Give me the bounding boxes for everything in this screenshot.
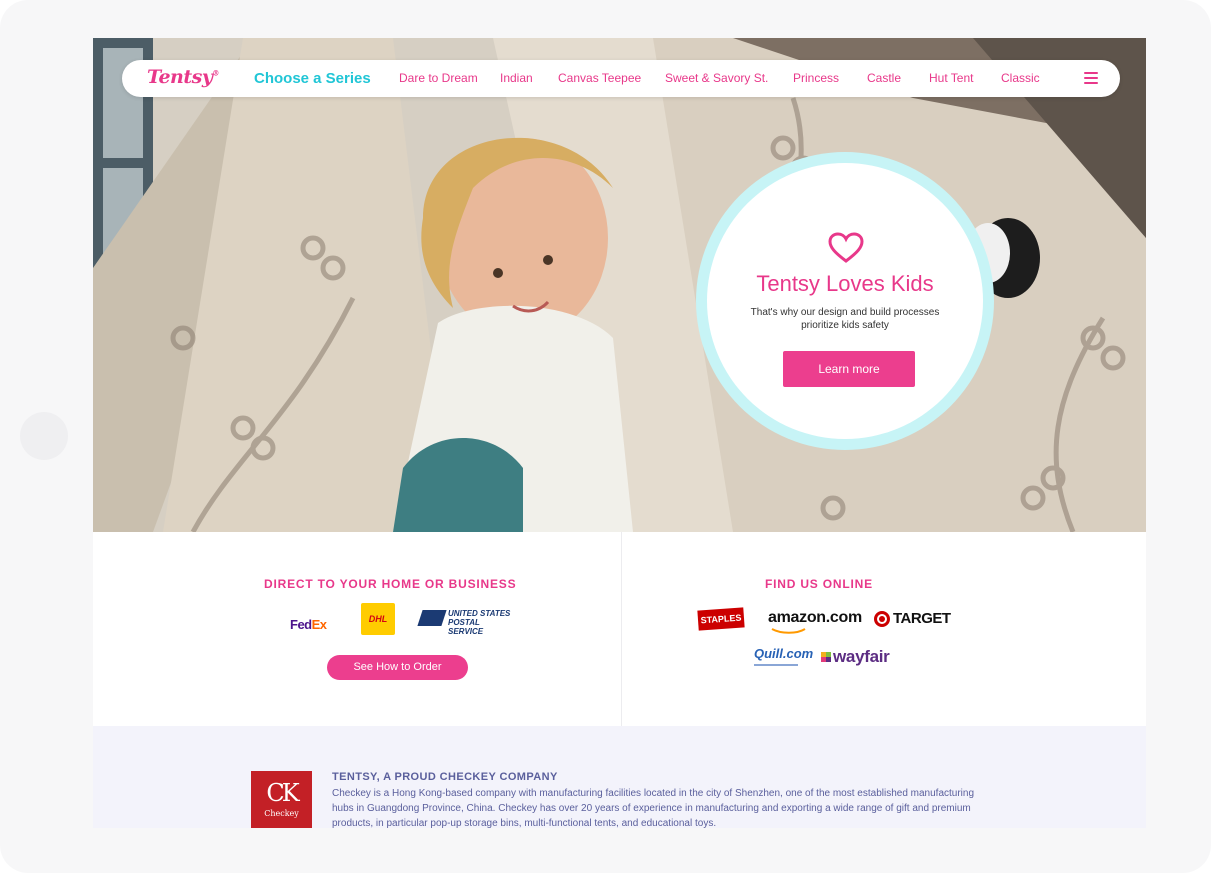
heart-icon — [828, 232, 864, 263]
nav-item-hut-tent[interactable]: Hut Tent — [929, 71, 973, 85]
nav-item-castle[interactable]: Castle — [867, 71, 901, 85]
checkey-logo: CK Checkey — [251, 771, 312, 828]
wayfair-pinwheel-icon — [821, 652, 831, 662]
amazon-logo[interactable]: amazon.com — [768, 609, 862, 627]
screenshot-frame: Tentsy® Choose a Series Dare to Dream In… — [0, 0, 1211, 873]
hero-description: That's why our design and build processe… — [750, 307, 940, 331]
hero-banner: Tentsy® Choose a Series Dare to Dream In… — [93, 38, 1146, 532]
nav-item-dare-to-dream[interactable]: Dare to Dream — [399, 71, 478, 85]
staples-logo[interactable]: STAPLES — [697, 607, 745, 631]
tentsy-logo[interactable]: Tentsy® — [147, 66, 219, 88]
about-description: Checkey is a Hong Kong-based company wit… — [332, 788, 975, 828]
fedex-logo: FedEx — [290, 617, 327, 632]
hamburger-menu-icon[interactable] — [1084, 72, 1098, 84]
nav-item-canvas-teepee[interactable]: Canvas Teepee — [558, 71, 641, 85]
nav-item-sweet-savory[interactable]: Sweet & Savory St. — [665, 71, 768, 85]
usps-logo: UNITED STATES POSTAL SERVICE — [417, 609, 516, 636]
usps-eagle-icon — [417, 610, 447, 626]
learn-more-button[interactable]: Learn more — [783, 351, 915, 387]
hero-promo-content: Tentsy Loves Kids That's why our design … — [707, 163, 983, 439]
shipping-title: DIRECT TO YOUR HOME OR BUSINESS — [264, 577, 517, 591]
find-online-title: FIND US ONLINE — [765, 577, 873, 591]
about-section: CK Checkey TENTSY, A PROUD CHECKEY COMPA… — [93, 726, 1146, 828]
choose-series-heading: Choose a Series — [254, 70, 371, 87]
quill-logo[interactable]: Quill.com — [754, 646, 813, 661]
dhl-logo: DHL — [361, 603, 395, 635]
amazon-smile-icon — [771, 628, 806, 634]
hero-title: Tentsy Loves Kids — [756, 271, 934, 296]
nav-item-indian[interactable]: Indian — [500, 71, 533, 85]
carousel-prev-button[interactable] — [20, 412, 68, 460]
hero-promo-circle: Tentsy Loves Kids That's why our design … — [696, 152, 994, 450]
column-divider — [621, 532, 622, 726]
page: Tentsy® Choose a Series Dare to Dream In… — [93, 38, 1146, 828]
see-how-to-order-button[interactable]: See How to Order — [327, 655, 468, 680]
quill-tagline-bar — [754, 664, 798, 666]
nav-item-princess[interactable]: Princess — [793, 71, 839, 85]
about-title: TENTSY, A PROUD CHECKEY COMPANY — [332, 771, 558, 783]
top-navigation: Tentsy® Choose a Series Dare to Dream In… — [122, 60, 1120, 97]
shipping-and-retailers: DIRECT TO YOUR HOME OR BUSINESS FIND US … — [93, 532, 1146, 726]
target-bullseye-icon — [874, 611, 890, 627]
nav-item-classic[interactable]: Classic — [1001, 71, 1040, 85]
